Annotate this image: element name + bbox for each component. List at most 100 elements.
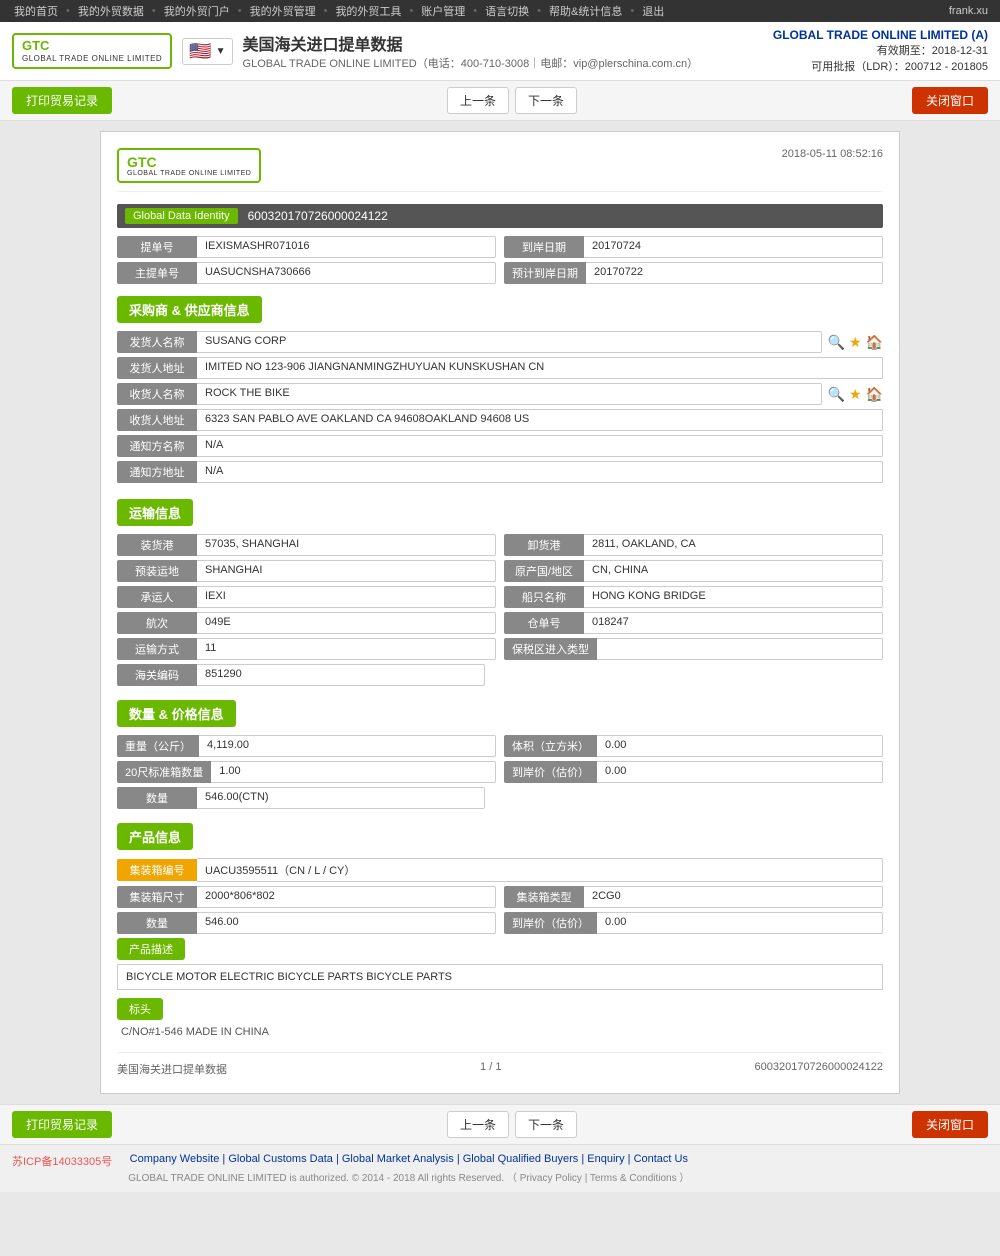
pre-loading-row: 预装运地 SHANGHAI	[117, 560, 496, 582]
page-footer: 苏ICP备14033305号 Company Website | Global …	[0, 1145, 1000, 1192]
consignee-addr-row: 收货人地址 6323 SAN PABLO AVE OAKLAND CA 9460…	[117, 409, 883, 431]
footer-link-market[interactable]: Global Market Analysis	[342, 1153, 454, 1165]
vessel-label: 船只名称	[504, 586, 584, 608]
product-container-type-row: 集装箱类型 2CG0	[504, 886, 883, 908]
product-container-type-value: 2CG0	[584, 886, 883, 908]
origin-country-value: CN, CHINA	[584, 560, 883, 582]
arrival-date-value: 20170724	[584, 236, 883, 258]
product-arrival-price-value: 0.00	[597, 912, 883, 934]
print-button[interactable]: 打印贸易记录	[12, 87, 112, 114]
nav-logout[interactable]: 退出	[636, 1, 670, 21]
notify-name-value: N/A	[197, 435, 883, 457]
star-icon[interactable]: ★	[849, 334, 862, 351]
shipper-addr-row: 发货人地址 IMITED NO 123-906 JIANGNANMINGZHUY…	[117, 357, 883, 379]
consignee-star-icon[interactable]: ★	[849, 386, 862, 403]
footer-link-buyers[interactable]: Global Qualified Buyers	[463, 1153, 579, 1165]
container-no-label: 仓单号	[504, 612, 584, 634]
footer-link-customs[interactable]: Global Customs Data	[228, 1153, 333, 1165]
marks-section: 标头 C/NO#1-546 MADE IN CHINA	[117, 994, 883, 1040]
consignee-home-icon[interactable]: 🏠	[866, 386, 883, 403]
nav-language[interactable]: 语言切换	[479, 1, 535, 21]
bottom-next-button[interactable]: 下一条	[515, 1111, 577, 1138]
product-quantity-label: 数量	[117, 912, 197, 934]
search-icon[interactable]: 🔍	[828, 334, 845, 351]
consignee-addr-label: 收货人地址	[117, 409, 197, 431]
transport-section-header: 运输信息	[117, 499, 193, 526]
icp-number: 苏ICP备14033305号	[12, 1153, 112, 1169]
weight-value: 4,119.00	[199, 735, 496, 757]
nav-help[interactable]: 帮助&统计信息	[543, 1, 628, 21]
volume-value: 0.00	[597, 735, 883, 757]
arrival-date-row: 到岸日期 20170724	[504, 236, 883, 258]
home-icon[interactable]: 🏠	[866, 334, 883, 351]
consignee-name-icons: 🔍 ★ 🏠	[822, 386, 883, 403]
ftz-entry-label: 保税区进入类型	[504, 638, 597, 660]
notify-addr-row: 通知方地址 N/A	[117, 461, 883, 483]
close-button[interactable]: 关闭窗口	[912, 87, 988, 114]
product-container-type-label: 集装箱类型	[504, 886, 584, 908]
carrier-label: 承运人	[117, 586, 197, 608]
marks-button[interactable]: 标头	[117, 998, 163, 1020]
document-logo: GTC GLOBAL TRADE ONLINE LIMITED	[117, 148, 261, 183]
document-header: GTC GLOBAL TRADE ONLINE LIMITED 2018-05-…	[117, 148, 883, 192]
product-grid: 集装箱尺寸 2000*806*802 集装箱类型 2CG0 数量 546.00 …	[117, 886, 883, 934]
quantity-section-header: 数量 & 价格信息	[117, 700, 236, 727]
nav-trade-data[interactable]: 我的外贸数据	[72, 1, 150, 21]
discharge-port-row: 卸货港 2811, OAKLAND, CA	[504, 534, 883, 556]
transport-mode-value: 11	[197, 638, 496, 660]
carrier-value: IEXI	[197, 586, 496, 608]
nav-trade-tools[interactable]: 我的外贸工具	[329, 1, 407, 21]
container-no-row: 仓单号 018247	[504, 612, 883, 634]
prev-button[interactable]: 上一条	[447, 87, 509, 114]
ftz-entry-value	[597, 638, 883, 660]
nav-home[interactable]: 我的首页	[8, 1, 64, 21]
discharge-port-value: 2811, OAKLAND, CA	[584, 534, 883, 556]
bottom-print-button[interactable]: 打印贸易记录	[12, 1111, 112, 1138]
bill-no-label: 提单号	[117, 236, 197, 258]
voyage-row: 航次 049E	[117, 612, 496, 634]
global-data-identity-row: Global Data Identity 6003201707260000241…	[117, 204, 883, 228]
product-quantity-value: 546.00	[197, 912, 496, 934]
doc-footer-pagination: 1 / 1	[480, 1061, 501, 1077]
product-container-no-row: 集装箱编号 UACU3595511（CN / L / CY）	[117, 858, 883, 882]
next-button[interactable]: 下一条	[515, 87, 577, 114]
consignee-addr-value: 6323 SAN PABLO AVE OAKLAND CA 94608OAKLA…	[197, 409, 883, 431]
top-toolbar: 打印贸易记录 上一条 下一条 关闭窗口	[0, 81, 1000, 121]
footer-link-company[interactable]: Company Website	[130, 1153, 220, 1165]
document-timestamp: 2018-05-11 08:52:16	[782, 148, 883, 160]
page-title: 美国海关进口提单数据	[243, 31, 699, 55]
global-data-identity-label: Global Data Identity	[125, 208, 238, 224]
arrival-price-label: 到岸价（估价）	[504, 761, 597, 783]
flag-icon: 🇺🇸	[189, 41, 211, 62]
nav-trade-portal[interactable]: 我的外贸门户	[158, 1, 236, 21]
footer-link-contact[interactable]: Contact Us	[634, 1153, 688, 1165]
header-right: GLOBAL TRADE ONLINE LIMITED (A) 有效期至：201…	[773, 28, 988, 74]
nav-account[interactable]: 账户管理	[415, 1, 471, 21]
shipper-addr-value: IMITED NO 123-906 JIANGNANMINGZHUYUAN KU…	[197, 357, 883, 379]
consignee-name-value: ROCK THE BIKE	[197, 383, 822, 405]
shipper-name-row: 发货人名称 SUSANG CORP 🔍 ★ 🏠	[117, 331, 883, 353]
nav-trade-manage[interactable]: 我的外贸管理	[244, 1, 322, 21]
footer-link-enquiry[interactable]: Enquiry	[587, 1153, 624, 1165]
country-selector[interactable]: 🇺🇸 ▼	[182, 38, 232, 65]
flag-dropdown-arrow: ▼	[216, 46, 226, 57]
vessel-value: HONG KONG BRIDGE	[584, 586, 883, 608]
user-name: frank.xu	[949, 5, 992, 17]
bottom-prev-button[interactable]: 上一条	[447, 1111, 509, 1138]
transport-section: 运输信息 装货港 57035, SHANGHAI 卸货港 2811, OAKLA…	[117, 487, 883, 686]
bottom-close-button[interactable]: 关闭窗口	[912, 1111, 988, 1138]
page-header: GTC GLOBAL TRADE ONLINE LIMITED 🇺🇸 ▼ 美国海…	[0, 22, 1000, 81]
product-desc-button[interactable]: 产品描述	[117, 938, 185, 960]
doc-footer-source: 美国海关进口提单数据	[117, 1061, 227, 1077]
page-subtitle: GLOBAL TRADE ONLINE LIMITED（电话：400-710-3…	[243, 55, 699, 71]
shipper-addr-label: 发货人地址	[117, 357, 197, 379]
loading-port-value: 57035, SHANGHAI	[197, 534, 496, 556]
pre-loading-label: 预装运地	[117, 560, 197, 582]
supplier-section: 采购商 & 供应商信息 发货人名称 SUSANG CORP 🔍 ★ 🏠 发货人地…	[117, 284, 883, 483]
product-quantity-row: 数量 546.00	[117, 912, 496, 934]
doc-footer-id: 600320170726000024122	[755, 1061, 883, 1077]
product-section-header: 产品信息	[117, 823, 193, 850]
consignee-search-icon[interactable]: 🔍	[828, 386, 845, 403]
product-desc-section: 产品描述 BICYCLE MOTOR ELECTRIC BICYCLE PART…	[117, 938, 883, 990]
supplier-section-header: 采购商 & 供应商信息	[117, 296, 262, 323]
